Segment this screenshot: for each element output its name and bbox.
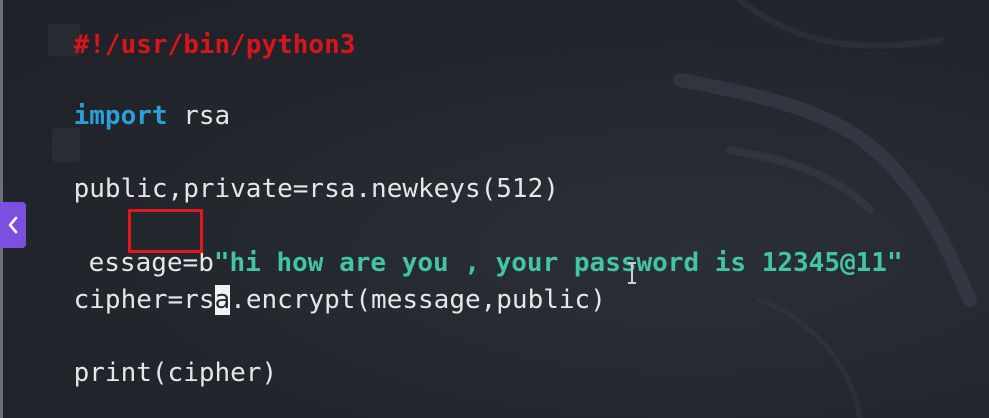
print-line: print(cipher) xyxy=(11,325,278,418)
import-keyword: import xyxy=(73,101,168,131)
import-module: rsa xyxy=(167,101,231,131)
newkeys-text: public,private=rsa.newkeys(512) xyxy=(73,174,559,204)
i-beam-cursor-icon xyxy=(628,262,636,284)
shebang-text: #!/usr/bin/python3 xyxy=(73,30,356,60)
annotation-highlight-box xyxy=(128,209,203,253)
cipher-text-after-cursor: .encrypt(message,public) xyxy=(230,285,606,315)
chevron-left-icon xyxy=(8,216,18,234)
code-editor[interactable]: #!/usr/bin/python3 import rsa public,pri… xyxy=(0,0,989,418)
wallpaper-dragon-graphic xyxy=(673,0,977,418)
previous-button[interactable] xyxy=(0,202,26,248)
print-text: print(cipher) xyxy=(73,358,278,388)
block-cursor[interactable]: a xyxy=(214,285,231,315)
cipher-text-before-cursor: cipher=rs xyxy=(73,285,215,315)
